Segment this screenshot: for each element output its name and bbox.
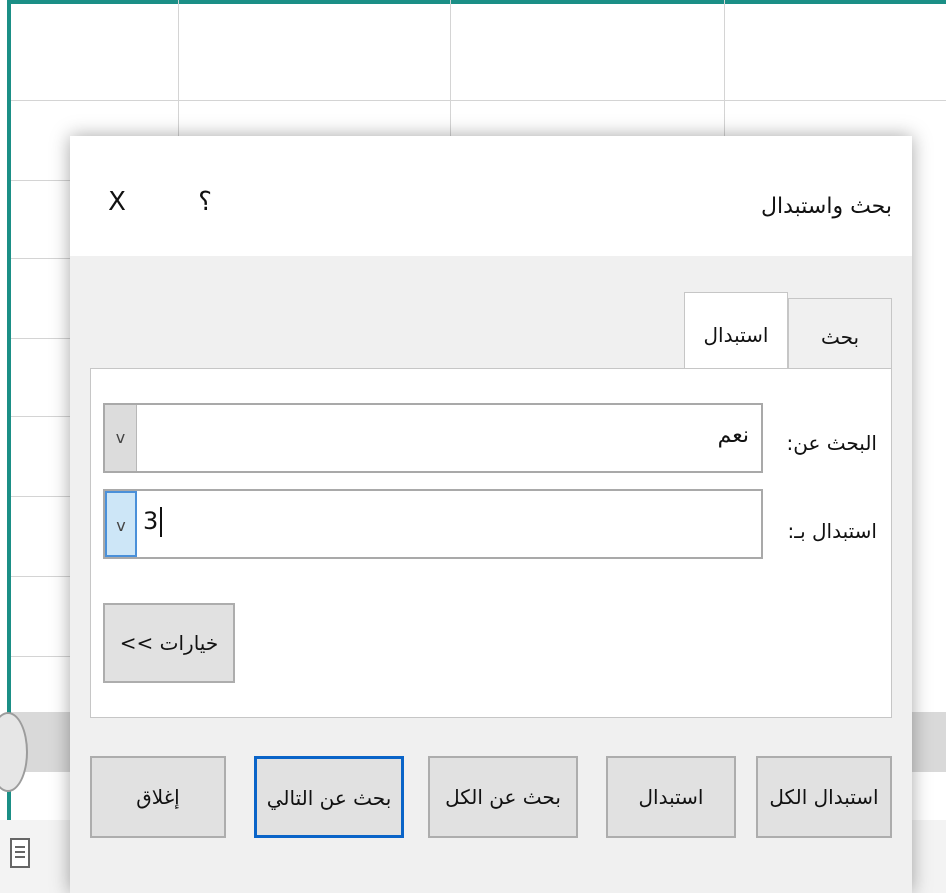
find-what-value: نعم xyxy=(717,423,749,448)
find-dropdown-button[interactable]: v xyxy=(105,405,137,471)
text-caret xyxy=(160,507,163,537)
replace-with-value: 3 xyxy=(143,507,163,537)
dialog-titlebar: بحث واستبدال ؟ X xyxy=(70,136,912,256)
grid-row-line xyxy=(11,180,71,181)
find-replace-dialog: بحث واستبدال ؟ X بحث استبدال البحث عن: v… xyxy=(70,136,912,893)
find-what-label: البحث عن: xyxy=(786,431,878,455)
tab-find-label: بحث xyxy=(820,325,860,349)
find-all-button[interactable]: بحث عن الكل xyxy=(428,756,578,838)
replace-dropdown-button[interactable]: v xyxy=(105,491,137,557)
tab-replace[interactable]: استبدال xyxy=(684,292,788,372)
find-next-button[interactable]: بحث عن التالي xyxy=(254,756,404,838)
tab-strip: بحث استبدال xyxy=(682,292,892,372)
grid-row-line xyxy=(11,416,71,417)
grid-row-line xyxy=(11,100,946,101)
replace-panel: البحث عن: v نعم استبدال بـ: v 3 خيارات >… xyxy=(90,368,892,718)
tab-replace-label: استبدال xyxy=(703,323,769,347)
replace-with-label: استبدال بـ: xyxy=(787,519,878,543)
options-button[interactable]: خيارات >> xyxy=(103,603,235,683)
grid-row-line xyxy=(11,338,71,339)
replace-button[interactable]: استبدال xyxy=(606,756,736,838)
replace-with-combobox[interactable]: v 3 xyxy=(103,489,763,559)
normal-view-icon[interactable] xyxy=(10,838,30,868)
grid-row-line xyxy=(11,496,71,497)
replace-with-text: 3 xyxy=(143,507,159,535)
grid-row-line xyxy=(11,576,71,577)
find-what-combobox[interactable]: v نعم xyxy=(103,403,763,473)
close-button[interactable]: إغلاق xyxy=(90,756,226,838)
replace-all-button[interactable]: استبدال الكل xyxy=(756,756,892,838)
dialog-title: بحث واستبدال xyxy=(760,194,892,219)
close-icon[interactable]: X xyxy=(102,182,132,222)
grid-row-line xyxy=(11,656,71,657)
tab-find[interactable]: بحث xyxy=(788,298,892,370)
help-button[interactable]: ؟ xyxy=(190,182,220,222)
grid-row-line xyxy=(11,258,71,259)
